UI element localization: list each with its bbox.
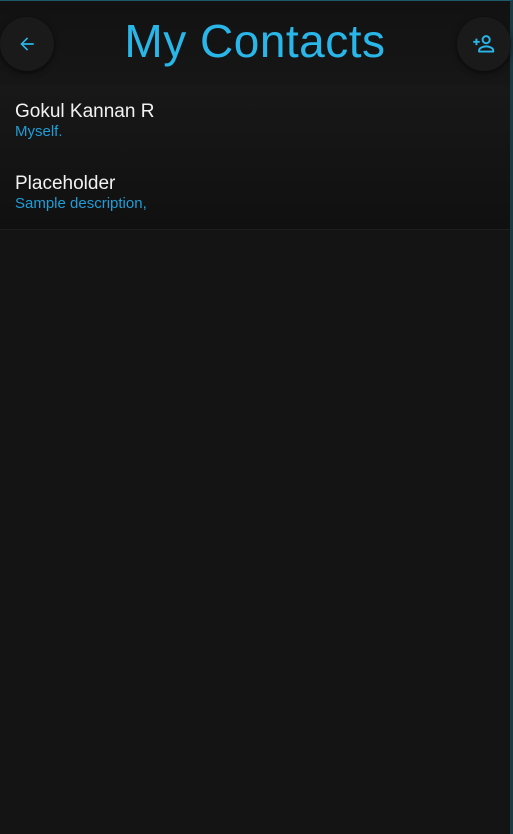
contact-list: Gokul Kannan R Myself. Placeholder Sampl… xyxy=(0,85,510,230)
contact-name: Placeholder xyxy=(15,173,116,194)
page-title: My Contacts xyxy=(124,15,386,67)
contact-item[interactable]: Placeholder Sample description, xyxy=(0,157,510,229)
person-add-icon xyxy=(473,35,495,53)
app-header: My Contacts xyxy=(0,1,511,85)
contact-item[interactable]: Gokul Kannan R Myself. xyxy=(0,85,510,157)
add-contact-button[interactable] xyxy=(457,17,511,71)
contacts-screen: My Contacts Gokul Kannan R Myself. Place… xyxy=(0,0,513,834)
contact-description: Myself. xyxy=(15,123,63,140)
contact-description: Sample description, xyxy=(15,195,147,212)
contact-name: Gokul Kannan R xyxy=(15,101,155,122)
